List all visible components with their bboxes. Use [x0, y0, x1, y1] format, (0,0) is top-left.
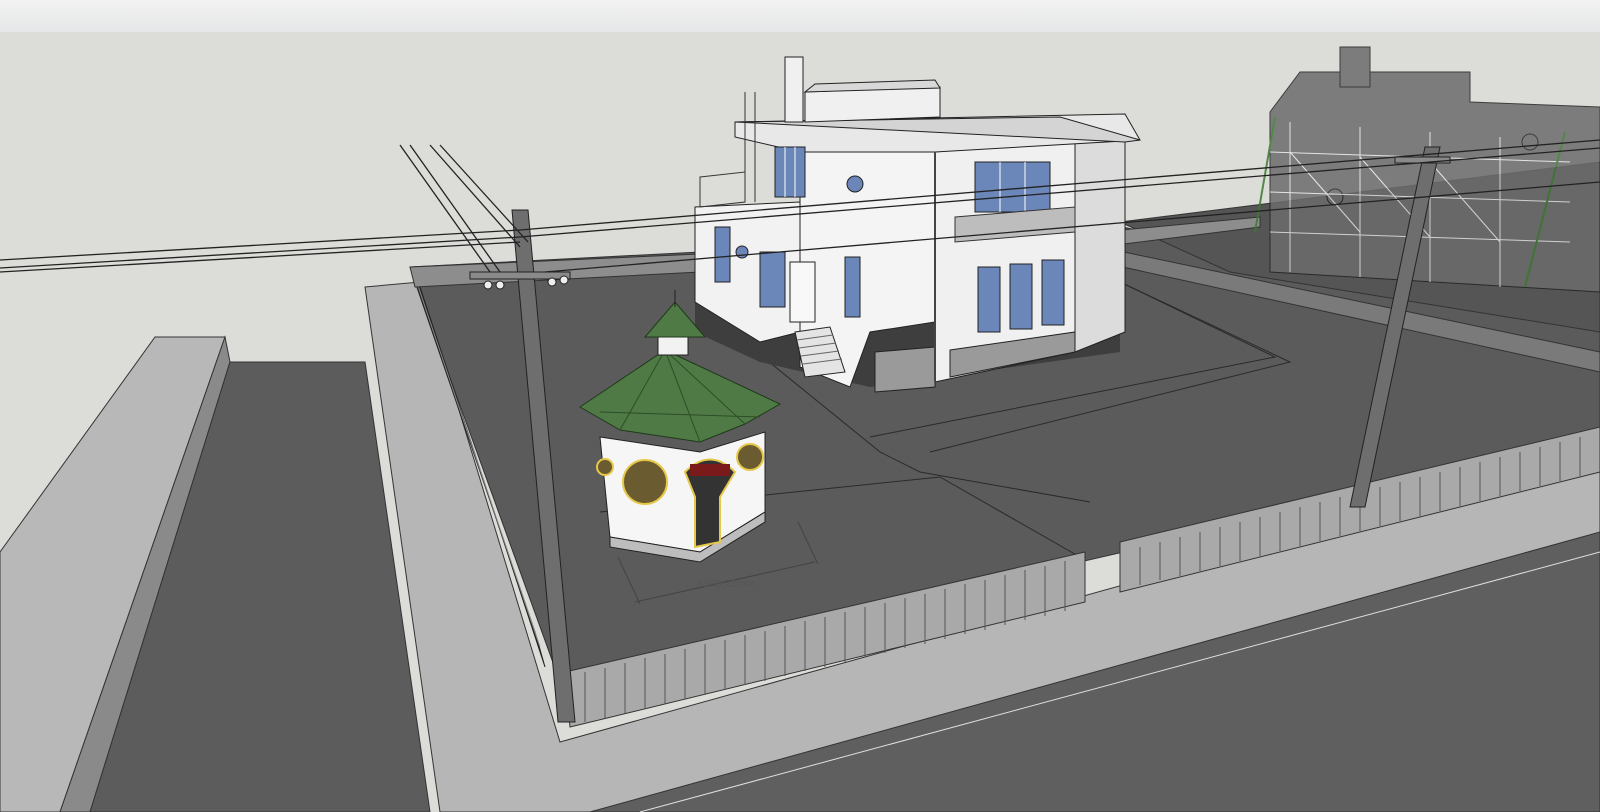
toolbar-strip: [0, 0, 1600, 33]
dimension-label: 3399,21mm: [697, 578, 755, 590]
sketchup-app: 3399,21mm: [0, 0, 1600, 812]
3d-viewport[interactable]: 3399,21mm: [0, 32, 1600, 812]
